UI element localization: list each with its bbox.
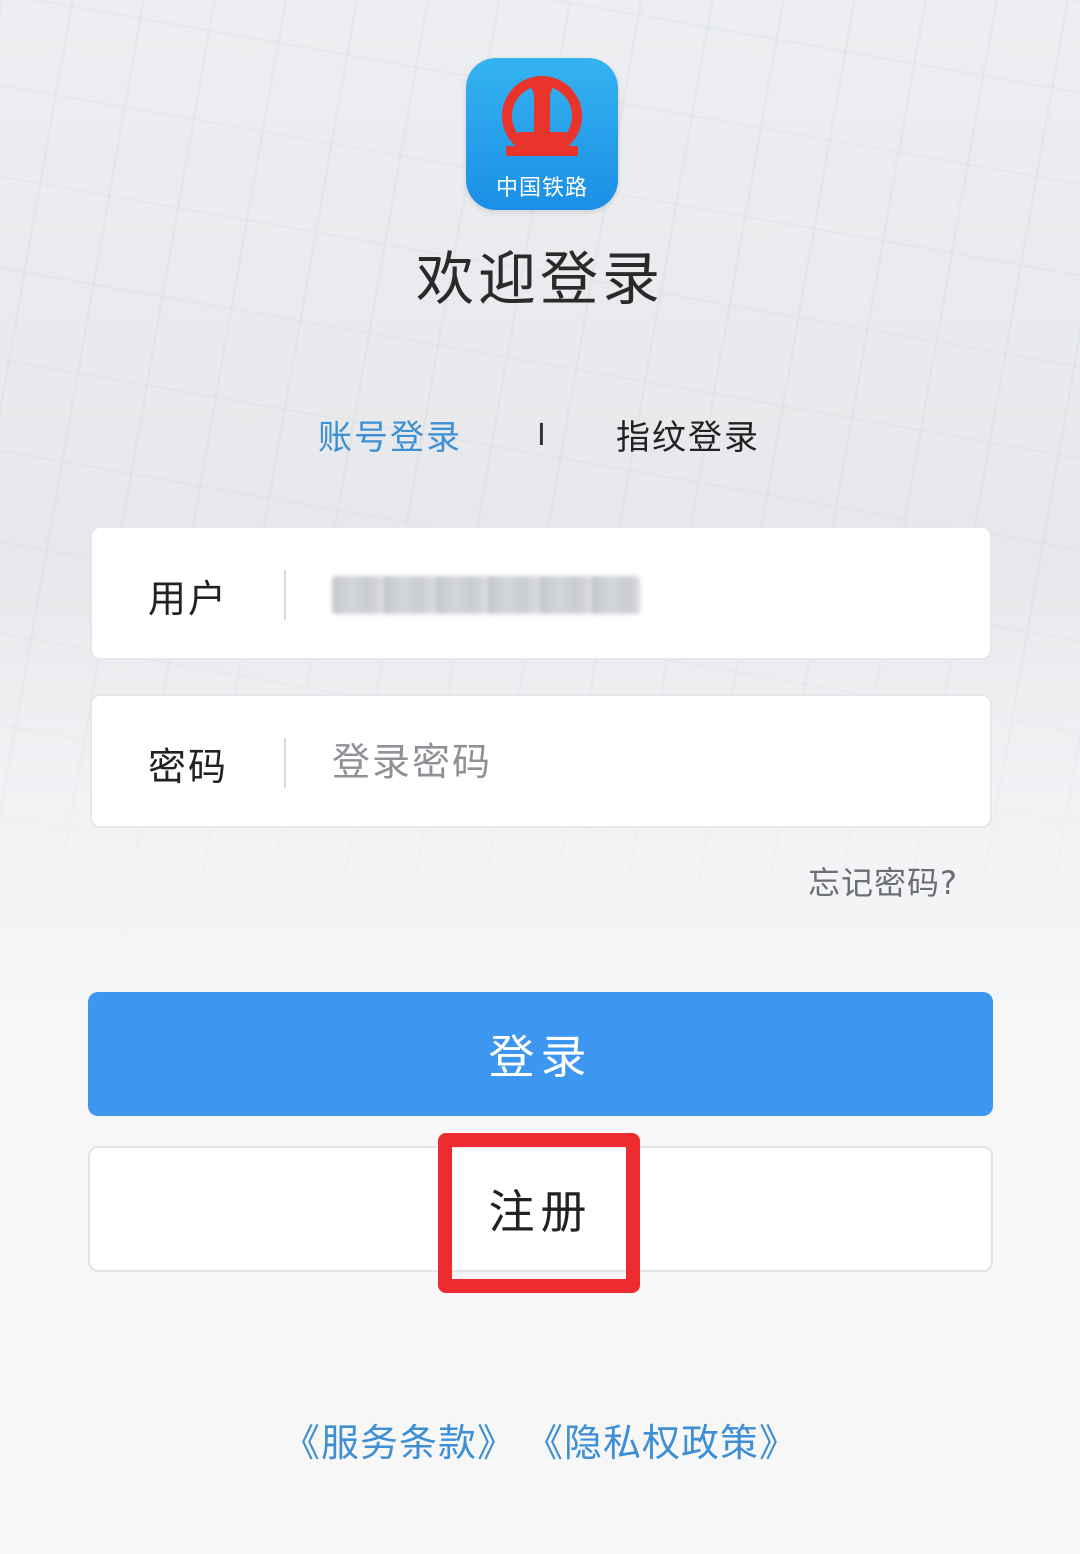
privacy-policy-link[interactable]: 《隐私权政策》 — [544, 1421, 798, 1465]
password-input[interactable] — [330, 726, 954, 798]
field-divider — [284, 738, 286, 788]
username-field[interactable]: 用户 — [90, 526, 992, 660]
tab-fingerprint-login[interactable]: 指纹登录 — [616, 410, 760, 459]
username-label: 用户 — [148, 577, 229, 621]
page-title: 欢迎登录 — [415, 245, 664, 313]
forgot-password-link[interactable]: 忘记密码? — [808, 858, 958, 904]
field-divider — [284, 570, 286, 620]
terms-of-service-link[interactable]: 《服务条款》 — [282, 1421, 516, 1465]
tab-separator: I — [537, 418, 548, 453]
username-value-blurred[interactable] — [332, 576, 640, 614]
policy-links: 《服务条款》 《隐私权政策》 — [0, 1412, 1080, 1467]
login-button[interactable]: 登录 — [88, 992, 993, 1116]
logo-caption: 中国铁路 — [495, 176, 588, 201]
password-field[interactable]: 密码 — [90, 694, 992, 828]
tab-account-login[interactable]: 账号登录 — [318, 410, 462, 459]
password-label: 密码 — [148, 745, 229, 789]
app-logo: 中国铁路 — [466, 58, 618, 210]
register-highlight-box — [438, 1133, 640, 1293]
